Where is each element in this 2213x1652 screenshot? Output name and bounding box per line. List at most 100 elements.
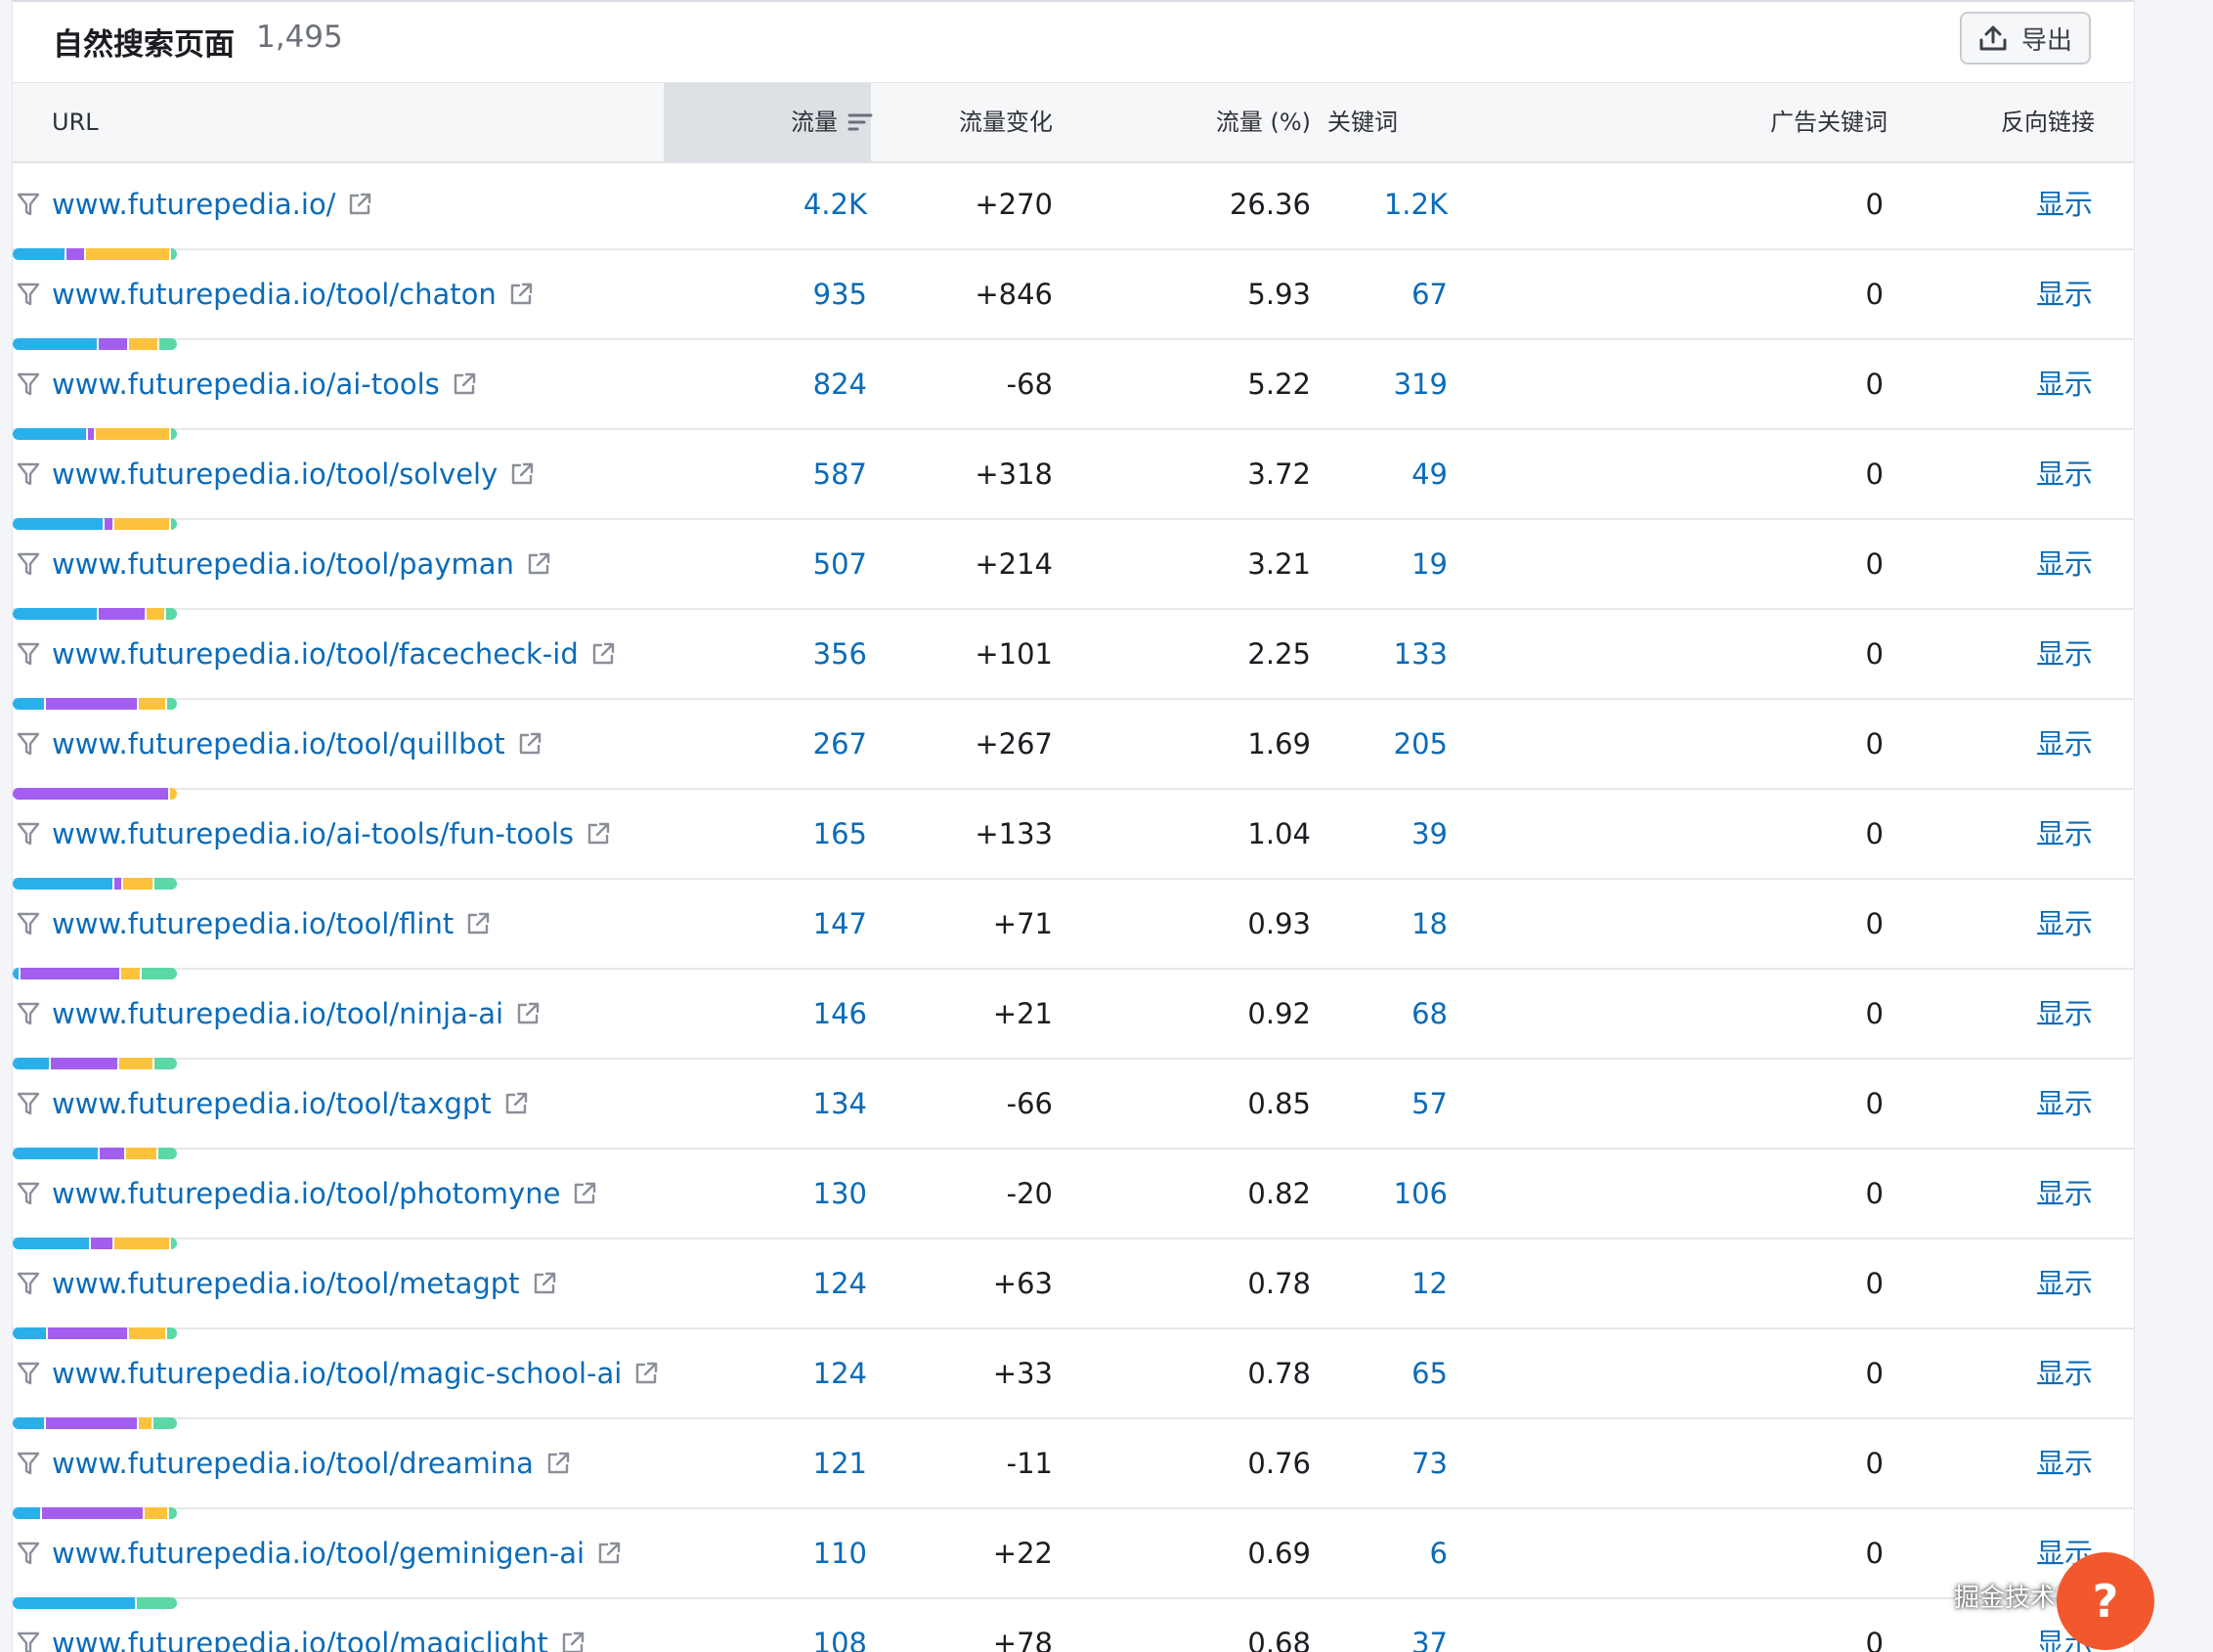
external-link-icon[interactable]: [526, 551, 551, 577]
traffic-value[interactable]: 134: [813, 1060, 867, 1148]
traffic-value[interactable]: 507: [813, 520, 867, 608]
url-link[interactable]: www.futurepedia.io/tool/dreamina: [52, 1419, 571, 1507]
row-filter-button[interactable]: [13, 340, 44, 428]
traffic-value[interactable]: 108: [813, 1599, 867, 1652]
traffic-value[interactable]: 130: [813, 1150, 867, 1238]
external-link-icon[interactable]: [545, 1451, 571, 1476]
url-link[interactable]: www.futurepedia.io/tool/magic-school-ai: [52, 1329, 659, 1417]
external-link-icon[interactable]: [572, 1181, 597, 1206]
column-header-traffic-change[interactable]: 流量变化: [959, 83, 1053, 161]
traffic-value[interactable]: 147: [813, 880, 867, 968]
backlinks-show-link[interactable]: 显示: [2036, 610, 2093, 698]
external-link-icon[interactable]: [503, 1091, 529, 1116]
row-filter-button[interactable]: [13, 520, 44, 608]
url-link[interactable]: www.futurepedia.io/tool/chaton: [52, 250, 534, 338]
row-filter-button[interactable]: [13, 160, 44, 248]
row-filter-button[interactable]: [13, 1150, 44, 1238]
external-link-icon[interactable]: [586, 821, 611, 847]
row-filter-button[interactable]: [13, 1599, 44, 1652]
keywords-value[interactable]: 12: [1411, 1239, 1448, 1327]
row-filter-button[interactable]: [13, 1509, 44, 1597]
backlinks-show-link[interactable]: 显示: [2036, 1150, 2093, 1238]
keywords-value[interactable]: 37: [1411, 1599, 1448, 1652]
row-filter-button[interactable]: [13, 430, 44, 518]
url-link[interactable]: www.futurepedia.io/tool/flint: [52, 880, 491, 968]
row-filter-button[interactable]: [13, 610, 44, 698]
export-button[interactable]: 导出: [1960, 12, 2091, 65]
row-filter-button[interactable]: [13, 970, 44, 1058]
keywords-value[interactable]: 19: [1411, 520, 1448, 608]
external-link-icon[interactable]: [532, 1271, 557, 1296]
external-link-icon[interactable]: [517, 731, 542, 757]
url-link[interactable]: www.futurepedia.io/tool/payman: [52, 520, 551, 608]
external-link-icon[interactable]: [347, 192, 372, 217]
backlinks-show-link[interactable]: 显示: [2036, 250, 2093, 338]
backlinks-show-link[interactable]: 显示: [2036, 700, 2093, 788]
backlinks-show-link[interactable]: 显示: [2036, 790, 2093, 878]
keywords-value[interactable]: 67: [1411, 250, 1448, 338]
external-link-icon[interactable]: [515, 1001, 541, 1026]
keywords-value[interactable]: 18: [1411, 880, 1448, 968]
keywords-value[interactable]: 68: [1411, 970, 1448, 1058]
row-filter-button[interactable]: [13, 880, 44, 968]
backlinks-show-link[interactable]: 显示: [2036, 1239, 2093, 1327]
backlinks-show-link[interactable]: 显示: [2036, 970, 2093, 1058]
external-link-icon[interactable]: [560, 1630, 586, 1652]
column-header-traffic-pct[interactable]: 流量 (%): [1216, 83, 1311, 161]
external-link-icon[interactable]: [509, 461, 535, 487]
url-link[interactable]: www.futurepedia.io/tool/quillbot: [52, 700, 542, 788]
traffic-value[interactable]: 124: [813, 1329, 867, 1417]
keywords-value[interactable]: 57: [1411, 1060, 1448, 1148]
help-button[interactable]: ?: [2057, 1552, 2154, 1650]
keywords-value[interactable]: 106: [1394, 1150, 1448, 1238]
url-link[interactable]: www.futurepedia.io/tool/taxgpt: [52, 1060, 529, 1148]
url-link[interactable]: www.futurepedia.io/tool/metagpt: [52, 1239, 557, 1327]
backlinks-show-link[interactable]: 显示: [2036, 880, 2093, 968]
traffic-value[interactable]: 110: [813, 1509, 867, 1597]
url-link[interactable]: www.futurepedia.io/tool/facecheck-id: [52, 610, 616, 698]
row-filter-button[interactable]: [13, 1239, 44, 1327]
keywords-value[interactable]: 73: [1411, 1419, 1448, 1507]
backlinks-show-link[interactable]: 显示: [2036, 340, 2093, 428]
keywords-value[interactable]: 39: [1411, 790, 1448, 878]
backlinks-show-link[interactable]: 显示: [2036, 1060, 2093, 1148]
traffic-value[interactable]: 267: [813, 700, 867, 788]
url-link[interactable]: www.futurepedia.io/: [52, 160, 372, 248]
keywords-value[interactable]: 65: [1411, 1329, 1448, 1417]
keywords-value[interactable]: 6: [1430, 1509, 1448, 1597]
keywords-value[interactable]: 133: [1394, 610, 1448, 698]
row-filter-button[interactable]: [13, 250, 44, 338]
column-header-traffic[interactable]: 流量: [791, 83, 873, 161]
traffic-value[interactable]: 356: [813, 610, 867, 698]
traffic-value[interactable]: 4.2K: [803, 160, 867, 248]
column-header-keywords[interactable]: 关键词: [1327, 83, 1398, 161]
backlinks-show-link[interactable]: 显示: [2036, 520, 2093, 608]
keywords-value[interactable]: 49: [1411, 430, 1448, 518]
traffic-value[interactable]: 165: [813, 790, 867, 878]
keywords-value[interactable]: 205: [1394, 700, 1448, 788]
backlinks-show-link[interactable]: 显示: [2036, 1329, 2093, 1417]
url-link[interactable]: www.futurepedia.io/tool/geminigen-ai: [52, 1509, 622, 1597]
traffic-value[interactable]: 121: [813, 1419, 867, 1507]
row-filter-button[interactable]: [13, 1060, 44, 1148]
column-header-url[interactable]: URL: [52, 83, 99, 161]
external-link-icon[interactable]: [508, 282, 534, 307]
traffic-value[interactable]: 124: [813, 1239, 867, 1327]
column-header-backlinks[interactable]: 反向链接: [2001, 83, 2095, 161]
traffic-value[interactable]: 935: [813, 250, 867, 338]
external-link-icon[interactable]: [590, 641, 616, 667]
traffic-value[interactable]: 587: [813, 430, 867, 518]
keywords-value[interactable]: 1.2K: [1384, 160, 1448, 248]
backlinks-show-link[interactable]: 显示: [2036, 1419, 2093, 1507]
url-link[interactable]: www.futurepedia.io/tool/magiclight: [52, 1599, 586, 1652]
url-link[interactable]: www.futurepedia.io/tool/solvely: [52, 430, 535, 518]
url-link[interactable]: www.futurepedia.io/tool/photomyne: [52, 1150, 597, 1238]
external-link-icon[interactable]: [596, 1541, 622, 1566]
external-link-icon[interactable]: [452, 371, 477, 397]
row-filter-button[interactable]: [13, 700, 44, 788]
traffic-value[interactable]: 824: [813, 340, 867, 428]
keywords-value[interactable]: 319: [1394, 340, 1448, 428]
url-link[interactable]: www.futurepedia.io/tool/ninja-ai: [52, 970, 541, 1058]
backlinks-show-link[interactable]: 显示: [2036, 430, 2093, 518]
column-header-ad-keywords[interactable]: 广告关键词: [1770, 83, 1888, 161]
